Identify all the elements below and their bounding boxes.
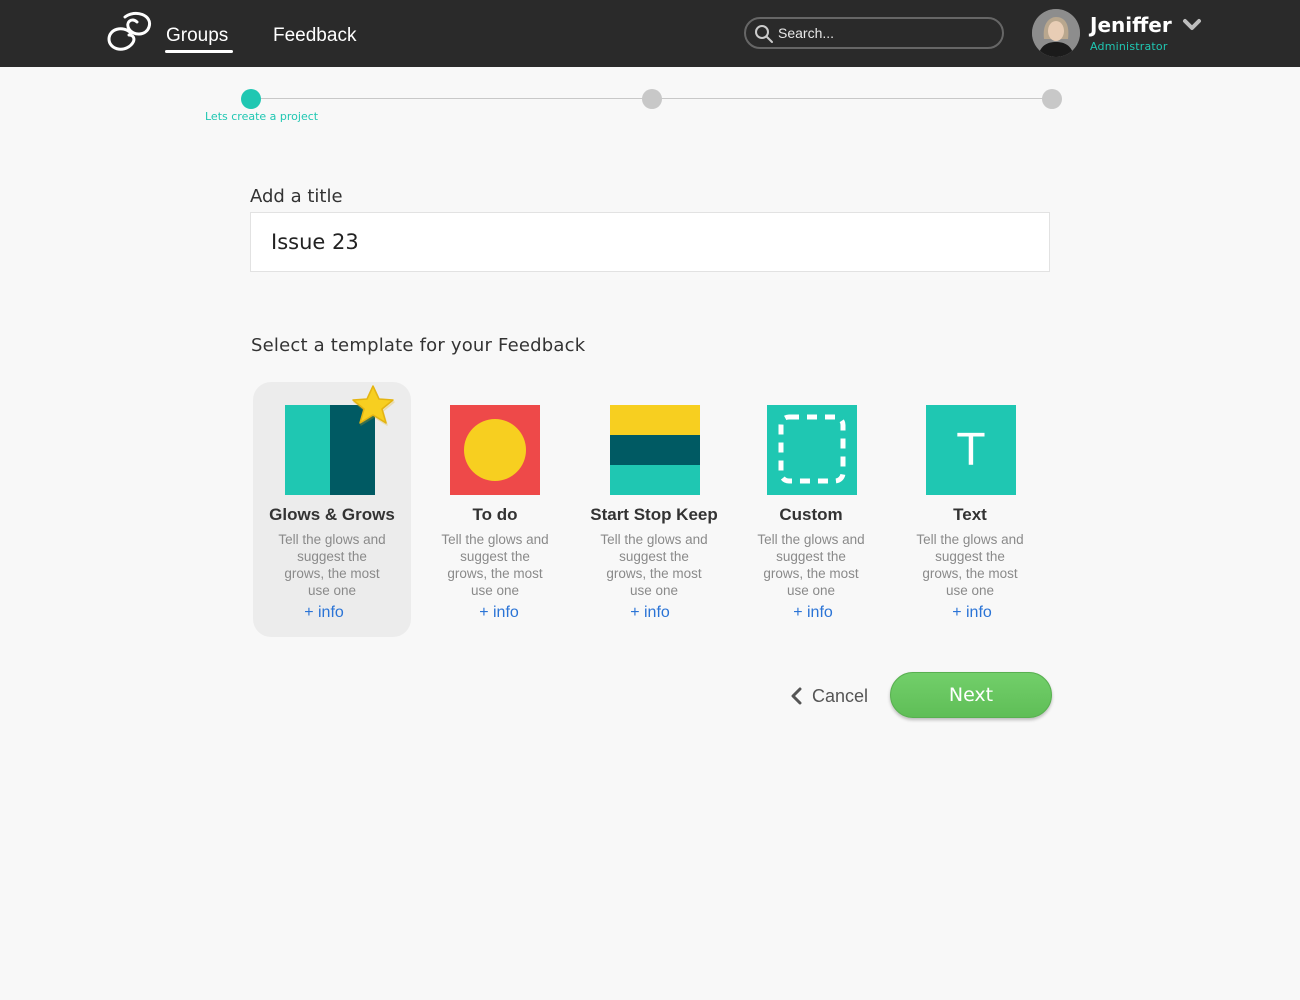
- template-info-link[interactable]: + info: [893, 604, 1051, 622]
- template-description: Tell the glows and suggest the grows, th…: [916, 532, 1024, 598]
- template-description: Tell the glows and suggest the grows, th…: [600, 532, 708, 598]
- nav-tab-groups[interactable]: Groups: [166, 25, 228, 47]
- template-info-link[interactable]: + info: [420, 604, 578, 622]
- template-name: Start Stop Keep: [590, 505, 718, 524]
- search-icon: [755, 25, 773, 43]
- user-avatar[interactable]: [1032, 9, 1080, 57]
- chevron-down-icon[interactable]: [1182, 18, 1202, 32]
- app-logo-icon[interactable]: [105, 11, 153, 53]
- template-description: Tell the glows and suggest the grows, th…: [757, 532, 865, 598]
- template-name: To do: [472, 505, 518, 524]
- search-input[interactable]: [778, 22, 996, 44]
- search-box: [744, 17, 1004, 49]
- cancel-button[interactable]: Cancel: [790, 684, 868, 708]
- step-1-indicator[interactable]: [241, 89, 261, 109]
- cancel-label: Cancel: [812, 685, 869, 706]
- chevron-left-icon: [791, 687, 802, 705]
- template-info-link[interactable]: + info: [734, 604, 892, 622]
- template-card-start-stop-keep[interactable]: Start Stop Keep Tell the glows and sugge…: [575, 382, 733, 637]
- step-2-indicator[interactable]: [642, 89, 662, 109]
- template-info-link[interactable]: + info: [571, 604, 729, 622]
- custom-template-icon: [767, 405, 857, 495]
- start-stop-keep-template-icon: [610, 405, 700, 495]
- template-name: Custom: [779, 505, 843, 524]
- template-description: Tell the glows and suggest the grows, th…: [441, 532, 549, 598]
- template-card-text[interactable]: T Text Tell the glows and suggest the gr…: [891, 382, 1049, 637]
- avatar-image: [1032, 9, 1080, 57]
- text-template-icon: T: [926, 405, 1016, 495]
- template-section-label: Select a template for your Feedback: [251, 335, 586, 356]
- step-3-indicator[interactable]: [1042, 89, 1062, 109]
- template-name: Text: [953, 505, 987, 524]
- favorite-star-icon[interactable]: [351, 384, 397, 428]
- template-name: Glows & Grows: [269, 505, 395, 524]
- template-card-custom[interactable]: Custom Tell the glows and suggest the gr…: [732, 382, 890, 637]
- template-info-link[interactable]: + info: [245, 604, 403, 622]
- user-name[interactable]: Jeniffer: [1090, 13, 1172, 37]
- template-card-to-do[interactable]: To do Tell the glows and suggest the gro…: [416, 382, 574, 637]
- to-do-template-icon: [450, 405, 540, 495]
- title-field-label: Add a title: [250, 186, 343, 207]
- user-role: Administrator: [1090, 40, 1168, 53]
- template-description: Tell the glows and suggest the grows, th…: [278, 532, 386, 598]
- next-button[interactable]: Next: [890, 672, 1052, 718]
- nav-tab-feedback[interactable]: Feedback: [273, 25, 356, 47]
- active-tab-indicator: [165, 50, 233, 53]
- step-1-label: Lets create a project: [205, 110, 319, 123]
- top-navigation-bar: Groups Feedback Jeniffer Administrator: [0, 0, 1300, 67]
- title-input[interactable]: [250, 212, 1050, 272]
